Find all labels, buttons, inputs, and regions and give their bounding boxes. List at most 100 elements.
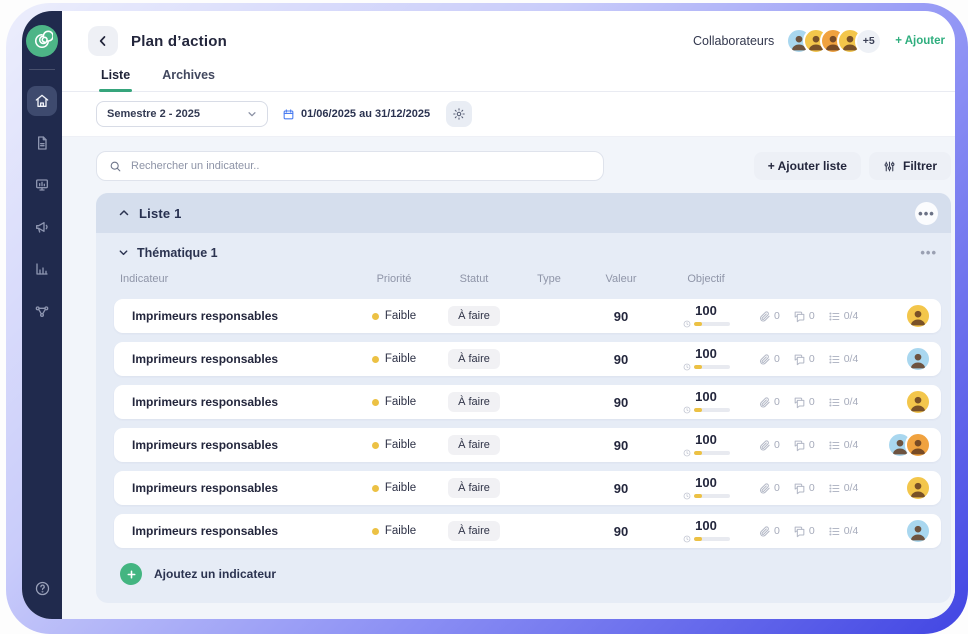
status-badge: À faire xyxy=(448,478,500,498)
attachments-counter: 0 xyxy=(758,396,780,409)
value-cell: 90 xyxy=(584,309,658,324)
list-title: Liste 1 xyxy=(139,206,182,221)
paperclip-icon xyxy=(758,396,771,409)
status-badge: À faire xyxy=(448,435,500,455)
filter-sliders-icon xyxy=(883,160,896,173)
sidebar-item-statistics[interactable] xyxy=(27,254,57,284)
collaborators-overflow-badge[interactable]: +5 xyxy=(855,28,882,55)
checklist-icon xyxy=(828,482,841,495)
chevron-up-icon[interactable] xyxy=(118,207,130,219)
screenshot-stage: Plan d’action Collaborateurs +5 + Ajoute… xyxy=(0,0,968,634)
priority-label: Faible xyxy=(385,525,416,537)
tab-liste[interactable]: Liste xyxy=(99,64,132,91)
add-collaborator-button[interactable]: + Ajouter xyxy=(895,35,945,47)
search-icon xyxy=(109,160,122,173)
column-header: Type xyxy=(514,273,584,285)
bar-chart-icon xyxy=(34,261,50,277)
filter-button[interactable]: Filtrer xyxy=(869,152,951,180)
table-row[interactable]: Imprimeurs responsables Faible À faire 9… xyxy=(114,299,941,333)
date-range[interactable]: 01/06/2025 au 31/12/2025 xyxy=(282,108,430,121)
sidebar-divider xyxy=(29,69,55,70)
add-list-label: + Ajouter liste xyxy=(768,159,847,173)
list-header[interactable]: Liste 1 ••• xyxy=(96,193,951,233)
chat-icon xyxy=(793,439,806,452)
progress-fill xyxy=(694,494,702,498)
chevron-down-icon[interactable] xyxy=(118,247,129,258)
status-cell: À faire xyxy=(434,478,514,498)
objective-progress xyxy=(683,535,730,543)
column-headers: Indicateur Priorité Statut Type Valeur O… xyxy=(114,268,941,290)
avatar xyxy=(905,432,931,458)
clock-icon xyxy=(683,406,691,414)
indicator-name: Imprimeurs responsables xyxy=(114,481,354,495)
table-row[interactable]: Imprimeurs responsables Faible À faire 9… xyxy=(114,342,941,376)
theme-row[interactable]: Thématique 1 ••• xyxy=(114,243,941,260)
checklist-icon xyxy=(828,396,841,409)
progress-track xyxy=(694,537,730,541)
indicator-rows: Imprimeurs responsables Faible À faire 9… xyxy=(114,299,941,548)
progress-fill xyxy=(694,408,702,412)
indicator-name: Imprimeurs responsables xyxy=(114,438,354,452)
priority-cell: Faible xyxy=(354,396,434,408)
add-list-button[interactable]: + Ajouter liste xyxy=(754,152,861,180)
settings-button[interactable] xyxy=(446,101,472,127)
sidebar-item-dashboard[interactable] xyxy=(27,170,57,200)
add-indicator-button[interactable]: Ajoutez un indicateur xyxy=(114,548,941,589)
paperclip-icon xyxy=(758,482,771,495)
progress-track xyxy=(694,494,730,498)
column-header: Objectif xyxy=(658,273,754,285)
tasks-counter: 0/4 xyxy=(828,396,859,409)
status-cell: À faire xyxy=(434,521,514,541)
row-avatars xyxy=(884,346,941,372)
chevron-down-icon xyxy=(247,109,257,119)
page-header: Plan d’action Collaborateurs +5 + Ajoute… xyxy=(62,11,955,64)
tasks-counter: 0/4 xyxy=(828,310,859,323)
sidebar-item-home[interactable] xyxy=(27,86,57,116)
progress-track xyxy=(694,365,730,369)
tasks-counter: 0/4 xyxy=(828,482,859,495)
status-badge: À faire xyxy=(448,349,500,369)
checklist-icon xyxy=(828,439,841,452)
chevron-left-icon xyxy=(96,34,110,48)
sidebar-item-network[interactable] xyxy=(27,296,57,326)
objective-progress xyxy=(683,406,730,414)
search-input[interactable] xyxy=(131,160,591,172)
status-cell: À faire xyxy=(434,392,514,412)
avatar xyxy=(905,518,931,544)
tab-archives[interactable]: Archives xyxy=(160,64,217,91)
theme-menu-button[interactable]: ••• xyxy=(920,245,937,260)
help-button[interactable] xyxy=(27,573,57,603)
objective-cell: 100 xyxy=(658,519,754,543)
table-row[interactable]: Imprimeurs responsables Faible À faire 9… xyxy=(114,428,941,462)
priority-cell: Faible xyxy=(354,525,434,537)
indicator-name: Imprimeurs responsables xyxy=(114,524,354,538)
monitor-chart-icon xyxy=(34,177,50,193)
progress-track xyxy=(694,322,730,326)
sidebar-item-documents[interactable] xyxy=(27,128,57,158)
back-button[interactable] xyxy=(88,26,118,56)
column-header: Statut xyxy=(434,273,514,285)
tasks-counter: 0/4 xyxy=(828,353,859,366)
sidebar-item-announcements[interactable] xyxy=(27,212,57,242)
network-icon xyxy=(34,303,50,319)
chat-icon xyxy=(793,482,806,495)
column-header: Priorité xyxy=(354,273,434,285)
tasks-counter: 0/4 xyxy=(828,525,859,538)
avatar xyxy=(905,389,931,415)
objective-cell: 100 xyxy=(658,390,754,414)
period-select[interactable]: Semestre 2 - 2025 xyxy=(96,101,268,127)
status-badge: À faire xyxy=(448,521,500,541)
table-row[interactable]: Imprimeurs responsables Faible À faire 9… xyxy=(114,385,941,419)
table-row[interactable]: Imprimeurs responsables Faible À faire 9… xyxy=(114,471,941,505)
comments-counter: 0 xyxy=(793,353,815,366)
table-row[interactable]: Imprimeurs responsables Faible À faire 9… xyxy=(114,514,941,548)
ellipsis-icon: ••• xyxy=(920,245,937,260)
row-meta: 0 0 0/4 xyxy=(754,482,884,495)
list-menu-button[interactable]: ••• xyxy=(915,202,938,225)
priority-dot-icon xyxy=(372,356,379,363)
objective-progress xyxy=(683,449,730,457)
priority-dot-icon xyxy=(372,528,379,535)
add-indicator-label: Ajoutez un indicateur xyxy=(154,567,276,581)
objective-progress xyxy=(683,363,730,371)
clock-icon xyxy=(683,535,691,543)
